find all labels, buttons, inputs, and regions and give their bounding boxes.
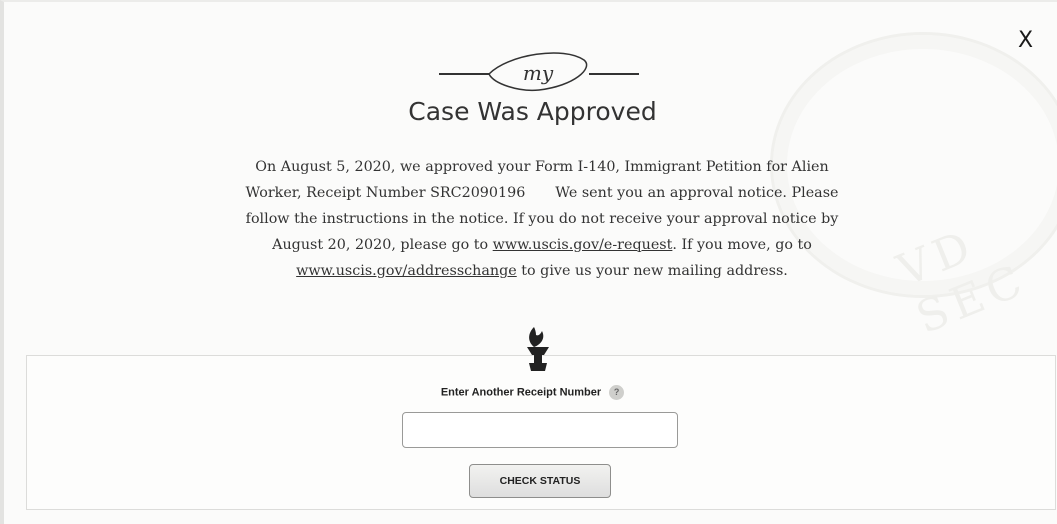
message-text-3: . If you move, go to: [672, 237, 812, 253]
receipt-number-input[interactable]: [402, 412, 678, 448]
page-background: VD SEC X my Case Was Approved On August …: [0, 0, 1057, 524]
close-button[interactable]: X: [1018, 30, 1033, 52]
receipt-number-label: Enter Another Receipt Number?: [4, 385, 1057, 400]
page-title: Case Was Approved: [408, 97, 657, 126]
address-change-link[interactable]: www.uscis.gov/addresschange: [296, 263, 517, 279]
receipt-label-text: Enter Another Receipt Number: [440, 386, 602, 399]
help-icon[interactable]: ?: [609, 385, 625, 400]
torch-icon: [527, 327, 549, 371]
message-text-4: to give us your new mailing address.: [521, 263, 788, 279]
e-request-link[interactable]: www.uscis.gov/e-request: [493, 237, 673, 253]
logo-text: my: [523, 61, 554, 85]
check-status-button[interactable]: CHECK STATUS: [469, 464, 611, 498]
case-status-message: On August 5, 2020, we approved your Form…: [232, 154, 852, 284]
my-logo-icon: my: [439, 52, 639, 92]
